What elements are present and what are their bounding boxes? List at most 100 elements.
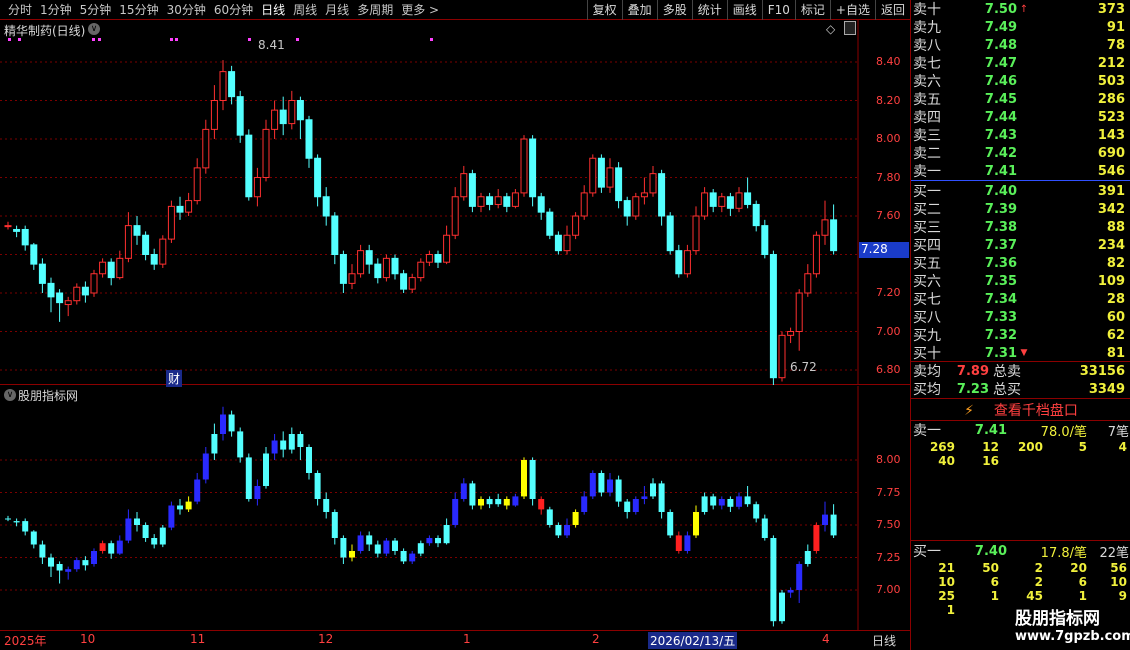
signal-mark	[430, 38, 433, 41]
indicator-bar	[349, 551, 355, 558]
buy-one-count: 22笔	[1099, 545, 1129, 561]
ask-price: 7.45	[984, 91, 1017, 107]
indicator-bar	[392, 540, 398, 551]
bid-price: 7.34	[984, 291, 1017, 307]
ask-price: 7.44	[984, 109, 1017, 125]
queue-volume: 6	[990, 575, 999, 589]
bid-row[interactable]: 买八 7.33 60	[911, 308, 1130, 327]
queue-volume: 10	[938, 575, 955, 589]
candle-body	[262, 128, 270, 178]
bid-row[interactable]: 买三 7.38 88	[911, 218, 1130, 237]
ask-label: 卖九	[913, 20, 941, 36]
toolbar-button-8[interactable]: 返回	[874, 0, 910, 20]
tab-5[interactable]: 60分钟	[210, 1, 257, 18]
toolbar-button-4[interactable]: 画线	[726, 0, 762, 20]
toolbar-button-2[interactable]: 多股	[656, 0, 692, 20]
indicator-bar	[417, 543, 424, 554]
bid-row[interactable]: 买九 7.32 62	[911, 326, 1130, 345]
watermark-title: 股朋指标网	[1015, 609, 1100, 629]
ask-label: 卖三	[913, 128, 941, 144]
tab-4[interactable]: 30分钟	[163, 1, 210, 18]
indicator-bar	[495, 499, 502, 505]
period-label[interactable]: 日线	[872, 632, 896, 649]
ask-row[interactable]: 卖七 7.47 212	[911, 54, 1130, 73]
indicator-bar	[796, 564, 803, 590]
bid-row[interactable]: 买七 7.34 28	[911, 290, 1130, 309]
price-tick: 7.00	[876, 324, 901, 338]
toolbar-button-3[interactable]: 统计	[691, 0, 727, 20]
queue-volume: 56	[1110, 561, 1127, 575]
ask-label: 卖五	[913, 92, 941, 108]
date-label: 2	[592, 632, 600, 646]
ask-price: 7.50	[984, 1, 1017, 17]
candle-body	[314, 157, 322, 198]
indicator-bar	[99, 543, 106, 551]
ask-volume: 78	[1106, 37, 1125, 53]
ask-row[interactable]: 卖九 7.49 91	[911, 18, 1130, 37]
indicator-bar	[263, 453, 269, 486]
candle-body	[81, 286, 89, 296]
bid-row[interactable]: 买六 7.35 109	[911, 272, 1130, 291]
tab-1[interactable]: 1分钟	[36, 1, 76, 18]
indicator-bar	[675, 535, 682, 551]
candle-body	[597, 157, 605, 188]
indicator-bar	[409, 553, 416, 562]
ask-row[interactable]: 卖八 7.48 78	[911, 36, 1130, 55]
bid-label: 买十	[913, 346, 941, 362]
toolbar-button-1[interactable]: 叠加	[621, 0, 657, 20]
bid-row[interactable]: 买五 7.36 82	[911, 254, 1130, 273]
ask-row[interactable]: 卖五 7.45 286	[911, 90, 1130, 109]
indicator-bar	[486, 499, 493, 505]
indicator-bar	[5, 518, 11, 520]
toolbar-button-5[interactable]: F10	[761, 0, 795, 20]
candle-body	[468, 173, 476, 207]
queue-volume: 1	[1078, 589, 1087, 603]
finance-marker[interactable]: 财	[166, 370, 183, 387]
indicator-bar	[452, 499, 459, 525]
tab-10[interactable]: 更多 >	[397, 1, 443, 18]
candle-body	[210, 100, 218, 130]
indicator-bar	[650, 483, 656, 497]
bid-row[interactable]: 买一 7.40 391	[911, 182, 1130, 201]
tab-3[interactable]: 15分钟	[115, 1, 162, 18]
candle-body	[537, 196, 545, 213]
candle-body	[382, 257, 390, 279]
tab-6[interactable]: 日线	[257, 1, 289, 18]
tab-7[interactable]: 周线	[289, 1, 321, 18]
ask-row[interactable]: 卖二 7.42 690	[911, 144, 1130, 163]
depth-link[interactable]: ⚡ 查看千档盘口	[911, 400, 1130, 419]
bid-volume: 391	[1097, 183, 1125, 199]
candle-body	[701, 192, 709, 217]
indicator-bar	[761, 518, 768, 538]
toolbar-button-0[interactable]: 复权	[586, 0, 622, 20]
ask-row[interactable]: 卖六 7.46 503	[911, 72, 1130, 91]
summary-row: 卖均 7.89 总卖 33156	[911, 362, 1130, 381]
tab-9[interactable]: 多周期	[353, 1, 397, 18]
sell-one-head: 卖一 7.41 78.0/笔 7笔	[911, 421, 1130, 440]
indicator-bar	[779, 592, 785, 622]
indicator-bar	[546, 509, 553, 525]
ask-row[interactable]: 卖一 7.41 546	[911, 162, 1130, 181]
tab-0[interactable]: 分时	[4, 1, 36, 18]
bid-label: 买一	[913, 184, 941, 200]
bid-row[interactable]: 买二 7.39 342	[911, 200, 1130, 219]
candle-body	[615, 167, 623, 202]
bid-row[interactable]: 买十 7.31 ▼ 81	[911, 344, 1130, 363]
candle-body	[38, 263, 46, 284]
tab-2[interactable]: 5分钟	[76, 1, 116, 18]
indicator-bar	[804, 551, 811, 564]
bid-row[interactable]: 买四 7.37 234	[911, 236, 1130, 255]
bid-volume: 88	[1106, 219, 1125, 235]
candle-body	[133, 225, 141, 236]
candle-body	[193, 167, 201, 202]
ask-row[interactable]: 卖三 7.43 143	[911, 126, 1130, 145]
toolbar-button-6[interactable]: 标记	[794, 0, 830, 20]
ask-row[interactable]: 卖四 7.44 523	[911, 108, 1130, 127]
indicator-bar	[727, 499, 734, 507]
tab-8[interactable]: 月线	[321, 1, 353, 18]
indicator-bar	[151, 538, 158, 545]
candle-body	[804, 273, 812, 294]
watermark-url: www.7gpzb.com	[1015, 629, 1130, 644]
toolbar-button-7[interactable]: +自选	[829, 0, 875, 20]
ask-row[interactable]: 卖十 7.50 ↑ 373	[911, 0, 1130, 19]
